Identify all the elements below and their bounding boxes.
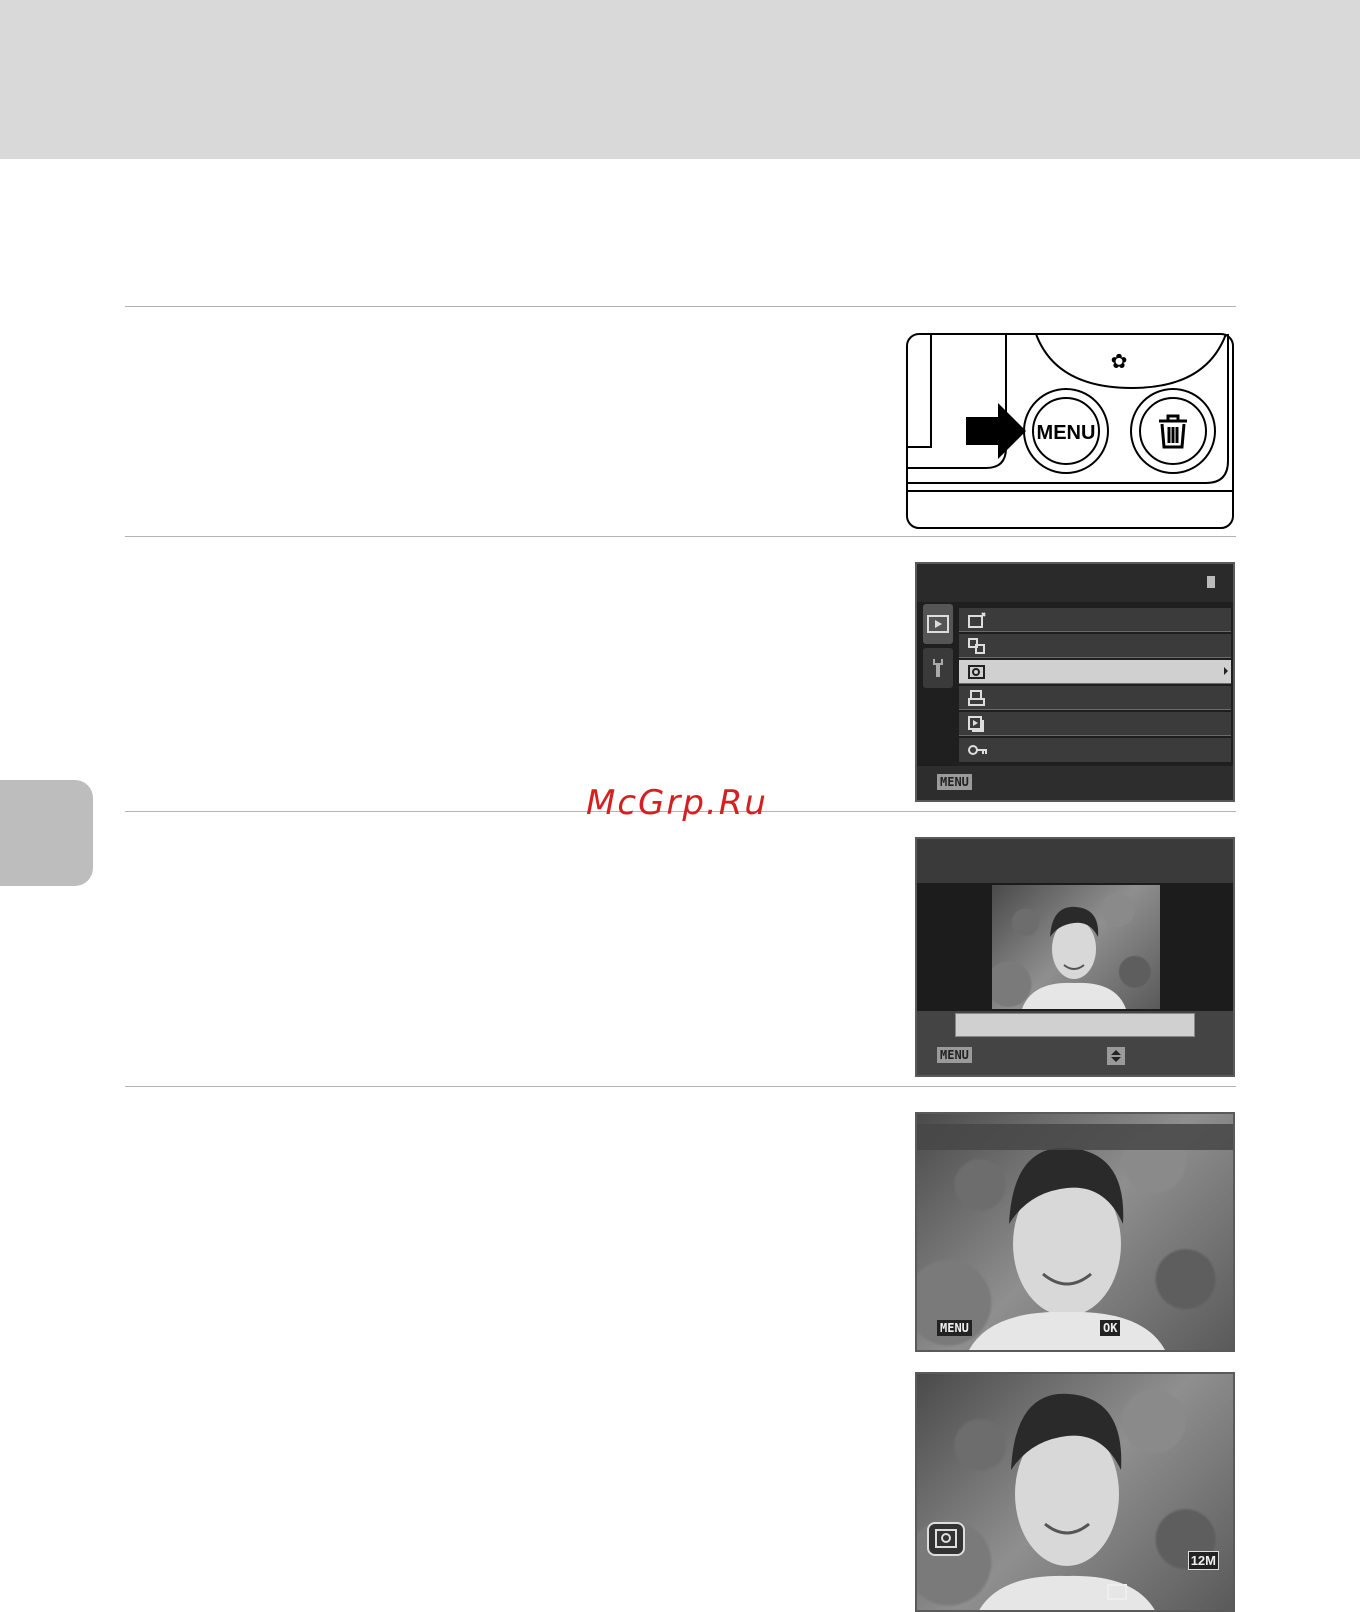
menu-item-quick-retouch[interactable] — [959, 608, 1231, 632]
screen-title-bar — [917, 839, 1233, 883]
result-screen: 12M — [915, 1372, 1235, 1612]
menu-button-glyph: MENU — [937, 774, 972, 790]
up-down-icon — [1107, 1047, 1125, 1065]
scroll-indicator — [1207, 576, 1215, 588]
skin-softening-screen: MENU — [915, 837, 1235, 1077]
screen-title-bar — [917, 1124, 1233, 1150]
chapter-tab — [0, 780, 93, 886]
slide-show-icon — [968, 715, 984, 732]
playback-icon — [927, 615, 949, 633]
preview-photo — [992, 885, 1160, 1009]
step-divider — [125, 1086, 1236, 1087]
portrait-figure — [1022, 906, 1126, 1009]
tab-playback[interactable] — [923, 604, 953, 644]
image-size-indicator: 12M — [1187, 1551, 1219, 1570]
menu-tabs — [923, 604, 953, 690]
menu-button-glyph: MENU — [937, 1320, 972, 1336]
adjust-panel: MENU — [917, 1011, 1233, 1075]
watermark: McGrp.Ru — [586, 783, 768, 823]
menu-button-label: MENU — [1037, 422, 1096, 444]
portrait-figure — [979, 1393, 1155, 1610]
menu-footer-bar: MENU — [917, 766, 1233, 800]
chevron-right-icon — [1224, 667, 1228, 675]
menu-item-print-order[interactable] — [959, 686, 1231, 710]
skin-softening-icon — [968, 664, 985, 679]
step-divider — [125, 536, 1236, 537]
ok-button-glyph: OK — [1100, 1320, 1121, 1336]
menu-item-slide-show[interactable] — [959, 712, 1231, 736]
d-lighting-icon — [968, 637, 985, 654]
camera-menu-button-illustration: ✿ MENU — [906, 333, 1234, 529]
quick-retouch-icon — [968, 611, 986, 628]
menu-item-protect[interactable] — [959, 738, 1231, 762]
skin-softening-badge-icon — [927, 1522, 965, 1556]
result-photo — [917, 1374, 1233, 1610]
step-divider — [125, 306, 1236, 307]
trash-icon — [1159, 414, 1187, 449]
playback-menu-screen: MENU — [915, 562, 1235, 802]
confirm-screen: MENU OK — [915, 1112, 1235, 1352]
menu-item-d-lighting[interactable] — [959, 634, 1231, 658]
tab-setup[interactable] — [923, 648, 953, 688]
menu-item-skin-softening[interactable] — [959, 660, 1231, 684]
print-order-icon — [968, 689, 985, 706]
macro-icon: ✿ — [1111, 349, 1128, 373]
wrench-icon — [933, 659, 943, 677]
menu-button-glyph: MENU — [937, 1047, 972, 1063]
softening-level-bar[interactable] — [955, 1013, 1195, 1037]
key-icon — [968, 745, 987, 755]
internal-memory-icon — [1107, 1584, 1127, 1600]
header-band — [0, 0, 1360, 159]
menu-title-bar — [917, 564, 1233, 602]
